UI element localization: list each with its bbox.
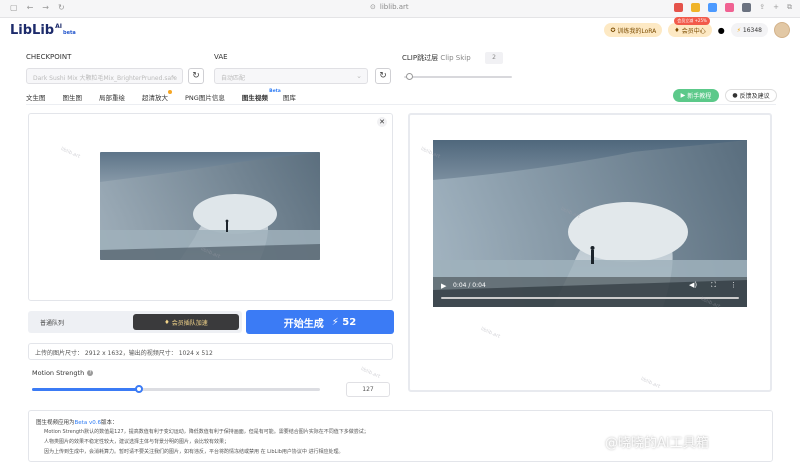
reload-icon[interactable]: ↻ <box>58 3 65 12</box>
extension-icon[interactable] <box>725 3 735 12</box>
checkpoint-select[interactable]: Dark Sushi Mix 大颗粒毛Mix_BrighterPruned.sa… <box>26 68 183 84</box>
arch-scene-image <box>100 152 320 260</box>
chevron-down-icon: ⌄ <box>356 72 362 80</box>
note-line: 人物类图片的效果不稳定性较大，建议选择主体与背景分明的图片，会比较有效果； <box>44 439 230 445</box>
member-discount-badge: 会员立减 +25% <box>674 17 710 25</box>
more-options-icon[interactable]: ⋮ <box>730 281 737 289</box>
lightning-icon: ⚡ <box>331 316 339 328</box>
clip-skip-slider-thumb[interactable] <box>406 73 413 80</box>
vae-refresh-button[interactable]: ↻ <box>375 68 391 84</box>
app-header: LibLib AI beta ✪ 训练我的LoRA 会员立减 +25% ♦ 会员… <box>0 17 800 44</box>
new-tab-icon[interactable]: + <box>773 3 779 12</box>
note-line: Motion Strength默认的数值是127，提高数值有利于变幻运动，降低数… <box>44 429 369 435</box>
clip-skip-slider-track[interactable] <box>404 76 512 78</box>
refresh-icon: ↻ <box>379 71 387 81</box>
chevron-down-icon: ⌄ <box>171 72 177 80</box>
vae-label: VAE <box>214 53 228 61</box>
liblib-logo[interactable]: LibLib AI beta <box>10 23 76 38</box>
checkpoint-label: CHECKPOINT <box>26 53 72 61</box>
extension-icon[interactable] <box>742 3 752 12</box>
vae-select[interactable]: 自动匹配 ⌄ <box>214 68 368 84</box>
checkpoint-refresh-button[interactable]: ↻ <box>188 68 204 84</box>
generate-cost: ⚡ 52 <box>331 316 357 328</box>
motion-strength-label: Motion Strength ? <box>32 369 94 377</box>
new-dot-icon <box>168 90 172 94</box>
version-link[interactable]: Beta v0.6 <box>75 420 101 426</box>
uploaded-image <box>100 152 320 260</box>
size-info-bar: 上传的图片尺寸： 2912 x 1632，输出的视频尺寸： 1024 x 512 <box>28 343 393 360</box>
help-icon[interactable]: ? <box>87 370 94 376</box>
fullscreen-icon[interactable]: ⛶ <box>711 281 716 290</box>
address-bar[interactable]: ⊙ liblib.art <box>370 3 409 11</box>
chat-bubble-icon: ● <box>732 92 738 99</box>
newbie-tutorial-button[interactable]: ▶ 新手教程 <box>673 89 719 102</box>
tab-divider <box>26 104 776 105</box>
video-progress-bar[interactable] <box>441 297 739 299</box>
browser-window: ▢ ← → ↻ ⊙ liblib.art ⇪ + ⧉ LibLib AI bet… <box>0 0 800 462</box>
url-text: liblib.art <box>379 3 409 11</box>
sidebar-toggle-icon[interactable]: ▢ <box>10 3 18 12</box>
extension-icon[interactable] <box>708 3 718 12</box>
motion-strength-thumb[interactable] <box>134 385 143 393</box>
notes-title: 图生视频应用为Beta v0.6版本： <box>36 420 118 426</box>
play-icon[interactable]: ▶ <box>441 282 446 290</box>
note-line: 因为上传到生成中，会消耗算力。暂时请不要关注我们的图片，如有违反，平台将酌情冻结… <box>44 449 344 455</box>
site-watermark: liblib.art <box>359 366 381 380</box>
volume-icon[interactable]: ◀) <box>689 281 697 289</box>
extension-icon[interactable] <box>674 3 684 12</box>
motion-strength-input[interactable]: 127 <box>346 382 390 397</box>
share-icon[interactable]: ⇪ <box>759 3 765 12</box>
video-controls: ▶ 0:04 / 0:04 ◀) ⛶ ⋮ <box>433 279 747 307</box>
member-center-button[interactable]: 会员立减 +25% ♦ 会员中心 <box>668 17 712 37</box>
video-time: 0:04 / 0:04 <box>453 282 486 289</box>
feedback-button[interactable]: ● 反馈及建议 <box>725 89 777 102</box>
back-icon[interactable]: ← <box>27 3 34 12</box>
lightbulb-icon: ✪ <box>610 26 616 34</box>
diamond-icon: ♦ <box>164 318 170 326</box>
play-circle-icon: ▶ <box>680 92 686 99</box>
extension-icon[interactable] <box>691 3 701 12</box>
refresh-icon: ↻ <box>192 71 200 81</box>
clip-skip-value[interactable]: 2 <box>485 52 503 64</box>
close-icon[interactable]: ✕ <box>377 117 387 127</box>
lightning-icon: ⚡ <box>736 26 741 34</box>
train-lora-button[interactable]: ✪ 训练我的LoRA <box>604 23 663 37</box>
clip-skip-label: CLIP跳过层 Clip Skip <box>402 54 471 62</box>
diamond-icon: ♦ <box>674 26 680 34</box>
motion-strength-fill <box>32 388 139 391</box>
avatar[interactable] <box>774 22 790 38</box>
generate-button[interactable]: 开始生成 ⚡ 52 <box>246 310 394 334</box>
weibo-watermark: @晓晓的AI工具箱 <box>605 436 709 451</box>
tabs-overview-icon[interactable]: ⧉ <box>787 3 792 12</box>
normal-queue-option[interactable]: 普通队列 <box>40 318 64 327</box>
message-icon[interactable]: ● <box>718 26 725 35</box>
vip-queue-option[interactable]: ♦ 会员插队加速 <box>133 314 239 330</box>
forward-icon[interactable]: → <box>42 3 49 12</box>
browser-toolbar: ▢ ← → ↻ ⊙ liblib.art ⇪ + ⧉ <box>0 0 800 18</box>
site-shield-icon: ⊙ <box>370 3 376 11</box>
credits-counter[interactable]: ⚡ 16348 <box>730 23 768 37</box>
